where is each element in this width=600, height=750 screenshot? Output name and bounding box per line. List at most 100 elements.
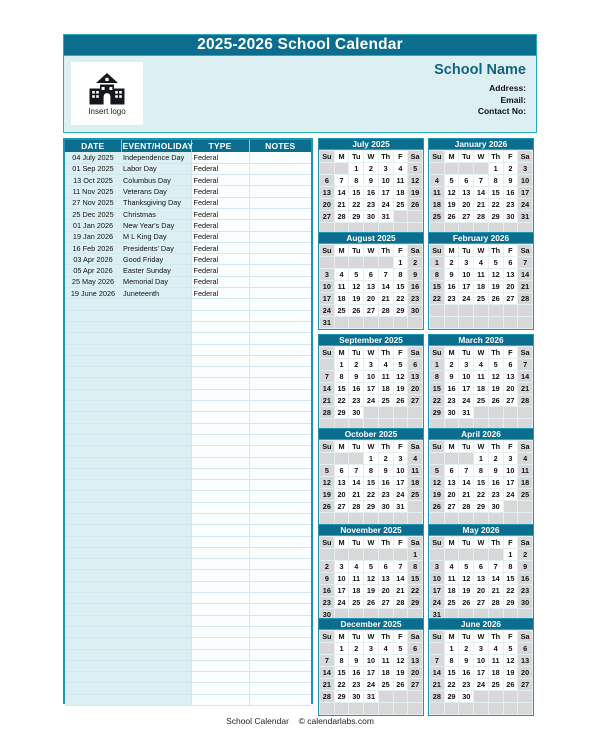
day-cell[interactable]: 15 bbox=[333, 666, 350, 679]
day-cell[interactable]: 1 bbox=[333, 642, 350, 655]
day-cell[interactable]: 3 bbox=[473, 642, 489, 655]
day-cell[interactable]: 12 bbox=[458, 572, 475, 585]
day-cell[interactable]: 8 bbox=[392, 268, 409, 281]
day-cell[interactable]: 13 bbox=[473, 572, 489, 585]
cell-event[interactable] bbox=[121, 411, 191, 424]
cell-type[interactable] bbox=[190, 502, 249, 515]
cell-type[interactable] bbox=[190, 558, 249, 571]
day-cell[interactable]: 10 bbox=[458, 268, 475, 281]
day-cell[interactable]: 13 bbox=[502, 370, 519, 383]
day-cell[interactable]: 29 bbox=[333, 406, 350, 419]
cell-date[interactable] bbox=[65, 615, 121, 627]
cell-notes[interactable] bbox=[248, 513, 311, 526]
cell-type[interactable]: Federal bbox=[190, 276, 249, 289]
day-cell[interactable]: 16 bbox=[443, 382, 460, 395]
table-row[interactable] bbox=[65, 490, 311, 503]
day-cell[interactable]: 30 bbox=[458, 690, 475, 703]
day-cell[interactable]: 24 bbox=[458, 292, 475, 305]
cell-date[interactable] bbox=[65, 569, 121, 582]
cell-event[interactable] bbox=[121, 434, 191, 447]
day-cell[interactable]: 9 bbox=[443, 268, 460, 281]
day-cell[interactable]: 8 bbox=[443, 654, 460, 667]
cell-date[interactable] bbox=[65, 310, 121, 322]
day-cell[interactable]: 31 bbox=[363, 690, 379, 703]
cell-notes[interactable] bbox=[248, 468, 311, 481]
cell-type[interactable] bbox=[190, 615, 249, 627]
cell-event[interactable] bbox=[121, 637, 191, 650]
day-cell[interactable]: 20 bbox=[502, 382, 519, 395]
cell-notes[interactable] bbox=[248, 558, 311, 571]
cell-type[interactable]: Federal bbox=[190, 264, 249, 277]
day-cell[interactable]: 10 bbox=[458, 370, 475, 383]
day-cell[interactable]: 27 bbox=[443, 500, 460, 513]
day-cell[interactable]: 21 bbox=[319, 394, 335, 407]
cell-notes[interactable] bbox=[248, 502, 311, 515]
table-row[interactable] bbox=[65, 524, 311, 537]
day-cell[interactable]: 1 bbox=[502, 548, 519, 561]
day-cell[interactable]: 25 bbox=[473, 292, 489, 305]
cell-notes[interactable] bbox=[248, 321, 311, 334]
day-cell[interactable]: 19 bbox=[487, 280, 504, 293]
day-cell[interactable]: 20 bbox=[333, 488, 350, 501]
day-cell[interactable]: 27 bbox=[502, 292, 519, 305]
cell-type[interactable] bbox=[190, 592, 249, 605]
day-cell[interactable]: 25 bbox=[333, 304, 350, 317]
day-cell[interactable]: 26 bbox=[443, 210, 460, 223]
day-cell[interactable]: 12 bbox=[319, 476, 335, 489]
day-cell[interactable]: 15 bbox=[429, 382, 445, 395]
day-cell[interactable]: 22 bbox=[429, 394, 445, 407]
day-cell[interactable]: 9 bbox=[348, 654, 365, 667]
day-cell[interactable]: 31 bbox=[517, 210, 533, 223]
cell-event[interactable] bbox=[121, 660, 191, 673]
cell-event[interactable] bbox=[121, 513, 191, 526]
cell-date[interactable]: 16 Feb 2026 bbox=[65, 242, 121, 255]
day-cell[interactable]: 30 bbox=[443, 406, 460, 419]
day-cell[interactable]: 16 bbox=[502, 186, 519, 199]
cell-date[interactable] bbox=[65, 637, 121, 650]
table-row[interactable]: 04 July 2025 Independence Day Federal bbox=[65, 152, 311, 164]
day-cell[interactable]: 19 bbox=[443, 198, 460, 211]
day-cell[interactable]: 21 bbox=[487, 584, 504, 597]
day-cell[interactable]: 5 bbox=[319, 464, 335, 477]
day-cell[interactable]: 23 bbox=[443, 394, 460, 407]
cell-event[interactable]: Independence Day bbox=[121, 152, 191, 164]
day-cell[interactable]: 7 bbox=[487, 560, 504, 573]
day-cell[interactable]: 7 bbox=[429, 654, 445, 667]
day-cell[interactable]: 16 bbox=[377, 476, 394, 489]
cell-event[interactable] bbox=[121, 468, 191, 481]
day-cell[interactable]: 26 bbox=[392, 678, 409, 691]
cell-date[interactable] bbox=[65, 649, 121, 661]
table-row[interactable] bbox=[65, 603, 311, 616]
cell-notes[interactable] bbox=[248, 298, 311, 311]
day-cell[interactable]: 13 bbox=[458, 186, 475, 199]
day-cell[interactable]: 30 bbox=[487, 500, 504, 513]
day-cell[interactable]: 7 bbox=[392, 560, 409, 573]
day-cell[interactable]: 16 bbox=[319, 584, 335, 597]
day-cell[interactable]: 29 bbox=[487, 210, 504, 223]
day-cell[interactable]: 27 bbox=[319, 210, 335, 223]
day-cell[interactable]: 14 bbox=[333, 186, 350, 199]
day-cell[interactable]: 15 bbox=[348, 186, 365, 199]
cell-event[interactable] bbox=[121, 615, 191, 627]
day-cell[interactable]: 29 bbox=[348, 210, 365, 223]
table-row[interactable] bbox=[65, 626, 311, 639]
day-cell[interactable]: 17 bbox=[392, 476, 409, 489]
cell-type[interactable]: Federal bbox=[190, 219, 249, 232]
day-cell[interactable]: 23 bbox=[487, 488, 504, 501]
day-cell[interactable]: 14 bbox=[517, 268, 533, 281]
day-cell[interactable]: 23 bbox=[443, 292, 460, 305]
cell-date[interactable] bbox=[65, 524, 121, 537]
cell-date[interactable]: 13 Oct 2025 bbox=[65, 174, 121, 187]
day-cell[interactable]: 1 bbox=[333, 358, 350, 371]
day-cell[interactable]: 1 bbox=[348, 162, 365, 175]
day-cell[interactable]: 20 bbox=[443, 488, 460, 501]
day-cell[interactable]: 22 bbox=[487, 198, 504, 211]
day-cell[interactable]: 13 bbox=[319, 186, 335, 199]
day-cell[interactable]: 15 bbox=[407, 572, 423, 585]
cell-notes[interactable] bbox=[248, 660, 311, 673]
day-cell[interactable]: 11 bbox=[473, 370, 489, 383]
table-row[interactable] bbox=[65, 332, 311, 345]
day-cell[interactable]: 21 bbox=[473, 198, 489, 211]
day-cell[interactable]: 2 bbox=[348, 642, 365, 655]
day-cell[interactable]: 17 bbox=[363, 666, 379, 679]
